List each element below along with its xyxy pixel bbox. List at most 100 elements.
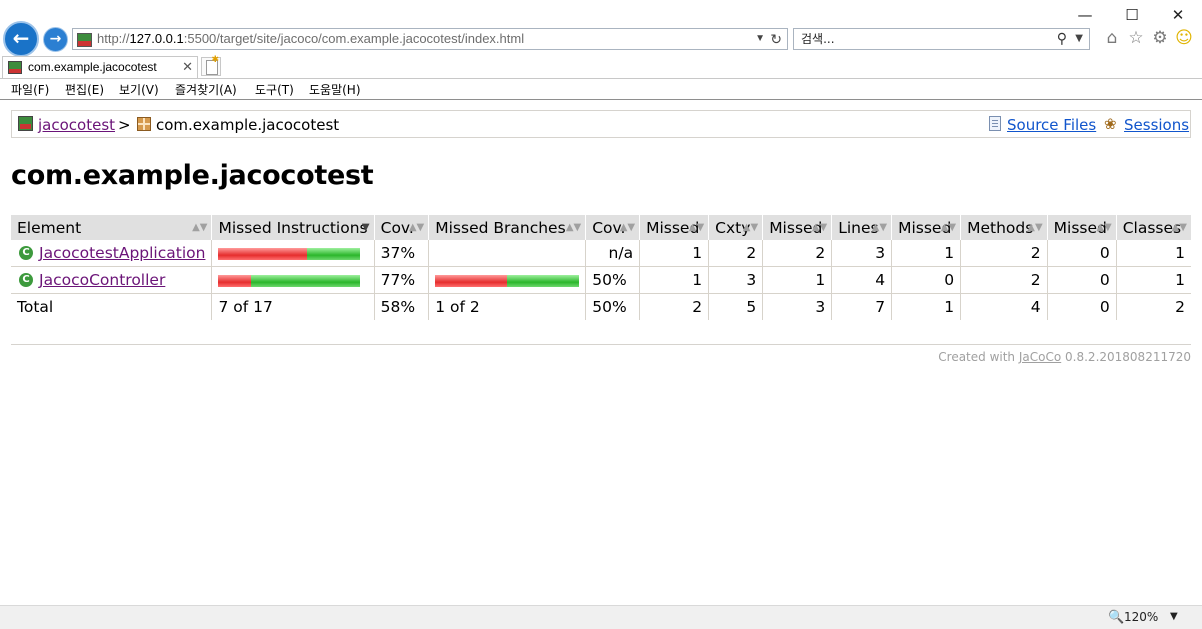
- search-icon[interactable]: ⚲: [1057, 29, 1067, 49]
- zoom-dropdown-icon[interactable]: ▼: [1170, 611, 1178, 622]
- header-methods-missed[interactable]: Missed ▲▼: [891, 215, 961, 240]
- header-methods[interactable]: Methods ▲▼: [960, 215, 1048, 240]
- tab-favicon-icon: [8, 61, 22, 74]
- instr-bar-cell: [211, 266, 375, 294]
- methods: 2: [960, 266, 1048, 294]
- lines: 4: [831, 266, 892, 294]
- address-dropdown-icon[interactable]: ▼: [755, 29, 765, 49]
- breadcrumb-current: com.example.jacocotest: [156, 116, 340, 134]
- footer-divider: [11, 344, 1191, 345]
- search-placeholder: 검색...: [801, 32, 835, 46]
- header-lines[interactable]: Lines ▲▼: [831, 215, 892, 240]
- smiley-icon[interactable]: ☺: [1174, 28, 1194, 48]
- status-bar: 🔍 120% ▼: [0, 605, 1202, 629]
- header-classes[interactable]: Classes ▲▼: [1115, 215, 1191, 240]
- branch-covered-bar: [507, 274, 580, 287]
- methods-missed: 0: [891, 266, 961, 294]
- breadcrumb-separator: >: [118, 116, 131, 134]
- sessions-link[interactable]: Sessions: [1124, 116, 1189, 134]
- sort-icon: ▲▼: [811, 222, 828, 233]
- tab-close-icon[interactable]: ✕: [182, 57, 193, 77]
- table-row: C JacocotestApplication 37% n/a 1 2 2 3 …: [11, 240, 1191, 267]
- zoom-icon[interactable]: 🔍: [1108, 610, 1124, 625]
- classes-missed: 0: [1046, 266, 1117, 294]
- header-classes-missed[interactable]: Missed ▲▼: [1046, 215, 1117, 240]
- sort-icon: ▲▼: [742, 222, 759, 233]
- total-lines-missed: 3: [762, 293, 832, 320]
- menu-file[interactable]: 파일(F): [11, 81, 49, 98]
- menu-bar: 파일(F) 편집(E) 보기(V) 즐겨찾기(A) 도구(T) 도움말(H): [0, 79, 1202, 100]
- maximize-button[interactable]: ☐: [1117, 6, 1147, 24]
- minimize-button[interactable]: —: [1070, 6, 1100, 24]
- jacoco-link[interactable]: JaCoCo: [1019, 350, 1061, 364]
- classes-missed: 0: [1046, 240, 1117, 267]
- header-element[interactable]: Element ▲▼: [11, 215, 212, 240]
- branch-cov: 50%: [585, 266, 640, 294]
- total-instr-cov: 58%: [373, 293, 429, 320]
- cxty: 2: [708, 240, 763, 267]
- refresh-icon[interactable]: ↻: [770, 29, 782, 49]
- sort-icon: ▲▼: [408, 222, 425, 233]
- close-window-button[interactable]: ✕: [1163, 6, 1193, 24]
- class-icon: C: [19, 273, 33, 287]
- sort-icon: ▲▼: [871, 222, 888, 233]
- zoom-level[interactable]: 120%: [1124, 610, 1158, 624]
- element-link[interactable]: JacocotestApplication: [39, 244, 205, 262]
- instr-covered-bar: [251, 274, 361, 287]
- branch-bar-cell: [428, 266, 586, 294]
- source-files-link[interactable]: Source Files: [1007, 116, 1096, 134]
- sort-desc-icon: ▼: [361, 222, 370, 233]
- menu-favorites[interactable]: 즐겨찾기(A): [175, 81, 237, 98]
- report-icon: [18, 116, 33, 131]
- total-cxty: 5: [708, 293, 763, 320]
- header-instr-cov[interactable]: Cov. ▲▼: [373, 215, 429, 240]
- tab-active[interactable]: com.example.jacocotest ✕: [2, 56, 198, 78]
- total-classes: 2: [1115, 293, 1191, 320]
- lines-missed: 1: [762, 266, 832, 294]
- header-missed-instructions[interactable]: Missed Instructions ▼: [211, 215, 375, 240]
- branch-cov: n/a: [585, 240, 640, 267]
- breadcrumb-root-link[interactable]: jacocotest: [38, 116, 115, 134]
- instr-bar-cell: [211, 240, 375, 267]
- header-lines-missed[interactable]: Missed ▲▼: [762, 215, 832, 240]
- classes: 1: [1115, 266, 1191, 294]
- header-branch-cov[interactable]: Cov. ▲▼: [585, 215, 640, 240]
- class-icon: C: [19, 246, 33, 260]
- header-cxty[interactable]: Cxty ▲▼: [708, 215, 763, 240]
- menu-help[interactable]: 도움말(H): [309, 81, 361, 98]
- settings-gear-icon[interactable]: ⚙: [1150, 28, 1170, 48]
- header-missed-branches[interactable]: Missed Branches ▲▼: [428, 215, 586, 240]
- element-cell: C JacocoController: [11, 266, 212, 294]
- cxty: 3: [708, 266, 763, 294]
- menu-edit[interactable]: 편집(E): [65, 81, 104, 98]
- branch-bar-cell: [428, 240, 586, 267]
- total-branch-cov: 50%: [585, 293, 640, 320]
- menu-view[interactable]: 보기(V): [119, 81, 159, 98]
- sort-icon: ▲▼: [565, 222, 582, 233]
- tab-title: com.example.jacocotest: [28, 60, 157, 74]
- address-url: http://127.0.0.1:5500/target/site/jacoco…: [97, 31, 525, 46]
- address-bar[interactable]: http://127.0.0.1:5500/target/site/jacoco…: [72, 28, 788, 50]
- menu-tools[interactable]: 도구(T): [255, 81, 294, 98]
- lines: 3: [831, 240, 892, 267]
- element-cell: C JacocotestApplication: [11, 240, 212, 267]
- forward-arrow-icon[interactable]: →: [43, 27, 68, 52]
- element-link[interactable]: JacocoController: [39, 271, 165, 289]
- total-cxty-missed: 2: [639, 293, 709, 320]
- back-arrow-icon[interactable]: ←: [3, 21, 39, 57]
- total-methods: 4: [960, 293, 1048, 320]
- header-cxty-missed[interactable]: Missed ▲▼: [639, 215, 709, 240]
- sort-icon: ▲▼: [940, 222, 957, 233]
- home-icon[interactable]: ⌂: [1102, 28, 1122, 48]
- search-dropdown-icon[interactable]: ▼: [1075, 29, 1083, 49]
- methods-missed: 1: [891, 240, 961, 267]
- instr-cov: 77%: [373, 266, 429, 294]
- favorites-star-icon[interactable]: ☆: [1126, 28, 1146, 48]
- sessions-icon: ❀: [1104, 115, 1117, 133]
- sort-icon: ▲▼: [688, 222, 705, 233]
- footer-version: 0.8.2.201808211720: [1065, 350, 1191, 364]
- tab-bar: com.example.jacocotest ✕ ✱: [0, 55, 1202, 79]
- new-tab-button[interactable]: ✱: [201, 55, 221, 76]
- page-title: com.example.jacocotest: [11, 160, 374, 191]
- search-input[interactable]: 검색... ⚲ ▼: [793, 28, 1090, 50]
